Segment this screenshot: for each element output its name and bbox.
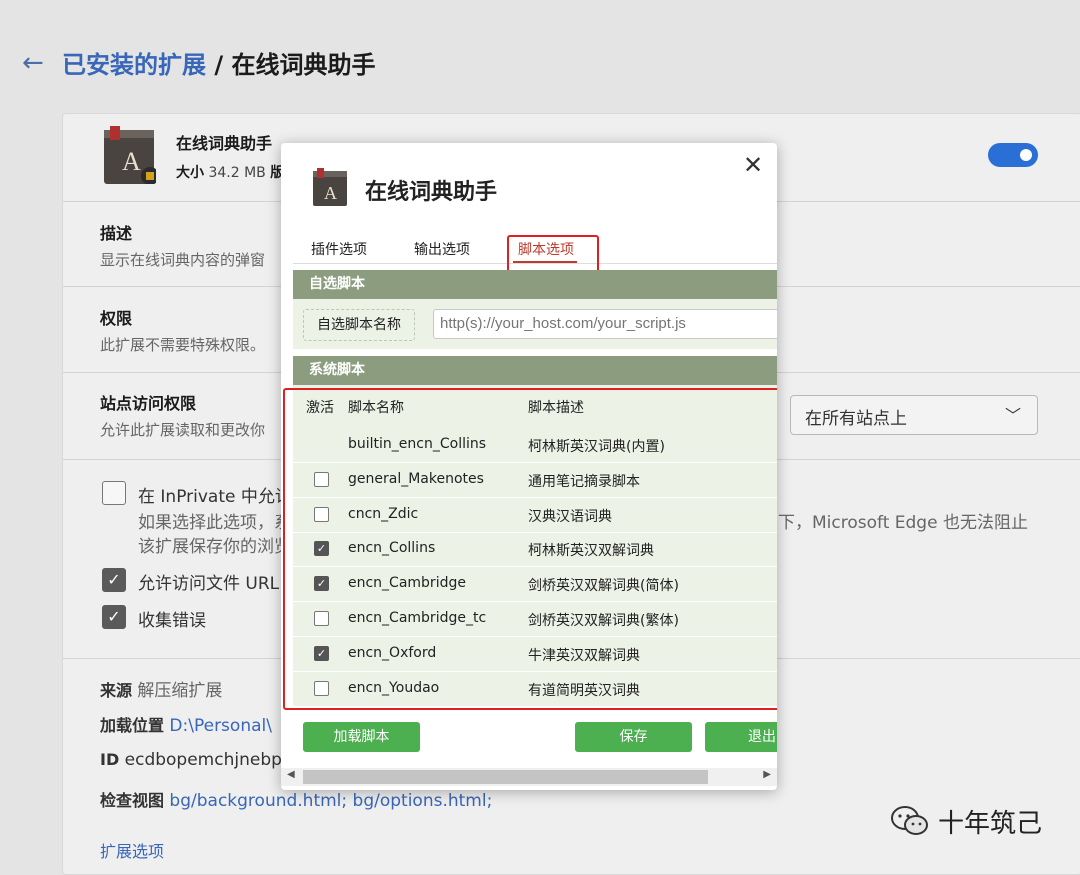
permissions-text: 此扩展不需要特殊权限。 (100, 336, 266, 354)
collect-errors-label: 收集错误 (138, 611, 206, 631)
inspect-links[interactable]: bg/background.html; bg/options.html; (169, 791, 492, 811)
file-urls-label: 允许访问文件 URL (138, 574, 280, 594)
load-path-label: 加载位置 (100, 716, 165, 735)
size-value: 34.2 MB (208, 165, 266, 181)
site-access-select[interactable]: 在所有站点上 ﹀ (790, 395, 1038, 435)
load-script-button[interactable]: 加载脚本 (303, 722, 420, 752)
breadcrumb-current: 在线词典助手 (231, 51, 376, 79)
source-value: 解压缩扩展 (137, 681, 223, 701)
close-icon[interactable]: ✕ (743, 153, 763, 177)
site-access-title: 站点访问权限 (100, 394, 197, 413)
size-label: 大小 (176, 165, 204, 181)
save-button[interactable]: 保存 (575, 722, 692, 752)
extension-enable-toggle[interactable] (988, 143, 1038, 167)
scroll-left-icon[interactable]: ◀ (287, 769, 295, 780)
custom-script-header: 自选脚本 (293, 270, 777, 299)
exit-button[interactable]: 退出 (705, 722, 777, 752)
collect-errors-checkbox[interactable]: ✓ (102, 605, 126, 629)
chevron-down-icon: ﹀ (1004, 406, 1021, 425)
dictionary-app-icon: A (104, 126, 156, 184)
wechat-icon (891, 806, 928, 835)
tab-output-options[interactable]: 输出选项 (414, 239, 470, 259)
extension-options-link[interactable]: 扩展选项 (100, 838, 164, 862)
source-label: 来源 (100, 681, 133, 700)
tab-plugin-options[interactable]: 插件选项 (311, 239, 367, 259)
id-value: ecdbopemchjnebp (124, 750, 282, 770)
inspect-label: 检查视图 (100, 791, 165, 810)
svg-text:A: A (324, 183, 337, 203)
file-urls-checkbox[interactable]: ✓ (102, 568, 126, 592)
description-text: 显示在线词典内容的弹窗 (100, 251, 266, 269)
inprivate-desc-tail: 下，Microsoft Edge 也无法阻止 (778, 513, 1028, 533)
custom-script-url-input[interactable] (433, 309, 777, 339)
breadcrumb: 已安装的扩展 / 在线词典助手 (62, 50, 375, 80)
custom-script-name-label: 自选脚本名称 (303, 309, 415, 341)
highlight-box-tab (507, 235, 599, 273)
inspect-row: 检查视图 bg/background.html; bg/options.html… (100, 787, 492, 811)
permissions-title: 权限 (100, 309, 133, 328)
options-dialog: ✕ A 在线词典助手 插件选项 输出选项 脚本选项 自选脚本 自选脚本名称 系统… (281, 143, 777, 790)
toggle-knob (1020, 149, 1032, 161)
description-title: 描述 (100, 224, 133, 243)
id-label: ID (100, 750, 120, 769)
load-path-link[interactable]: D:\Personal\ (169, 716, 272, 736)
breadcrumb-separator: / (206, 51, 232, 79)
site-access-value: 在所有站点上 (805, 409, 907, 429)
scrollbar-thumb[interactable] (303, 770, 708, 784)
inprivate-checkbox[interactable] (102, 481, 126, 505)
dialog-title: 在线词典助手 (365, 180, 498, 205)
dictionary-app-icon: A (313, 168, 347, 206)
inprivate-desc-line2: 该扩展保存你的浏览 (138, 537, 291, 557)
source-row: 来源 解压缩扩展 (100, 676, 222, 701)
back-arrow-icon[interactable]: ← (22, 48, 44, 78)
system-script-header: 系统脚本 (293, 356, 777, 385)
inprivate-label: 在 InPrivate 中允许 (138, 487, 292, 507)
id-row: ID ecdbopemchjnebp (100, 750, 282, 770)
watermark-text: 十年筑己 (938, 809, 1043, 839)
highlight-box-table (283, 388, 777, 710)
site-access-text: 允许此扩展读取和更改你 (100, 421, 266, 439)
horizontal-scrollbar[interactable]: ◀ ▶ (281, 768, 777, 786)
inprivate-desc-line1: 如果选择此选项，系 (138, 513, 291, 533)
load-path-row: 加载位置 D:\Personal\ (100, 712, 272, 736)
svg-text:A: A (122, 147, 141, 176)
scroll-right-icon[interactable]: ▶ (763, 769, 771, 780)
extension-size: 大小 34.2 MB 版 (176, 162, 284, 182)
breadcrumb-parent-link[interactable]: 已安装的扩展 (62, 51, 206, 79)
extension-name: 在线词典助手 (176, 134, 273, 153)
